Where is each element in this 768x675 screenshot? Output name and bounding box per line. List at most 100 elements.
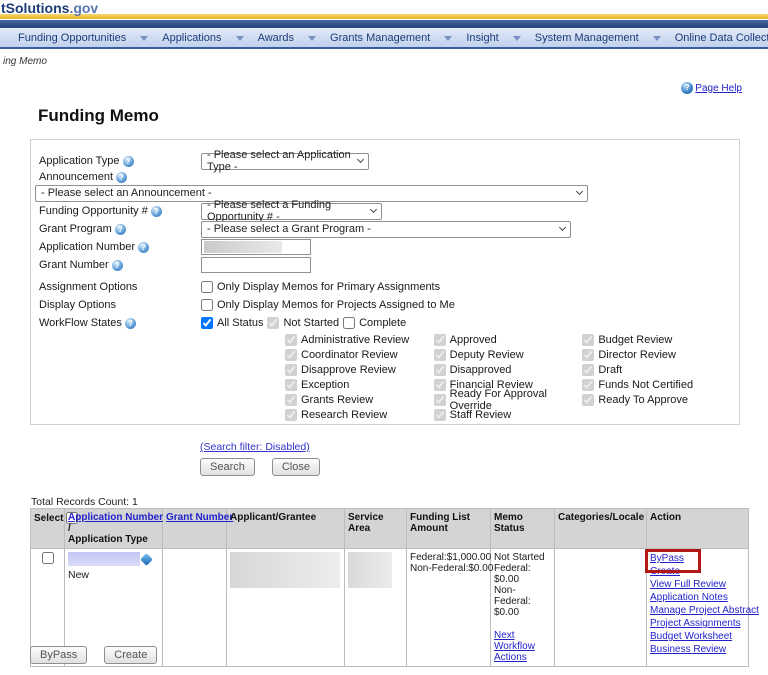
nav-grants-management[interactable]: Grants Management xyxy=(330,32,430,44)
results-table: Select Application Number /Application T… xyxy=(30,508,749,667)
app-header: tSolutions.gov Funding Opportunities App… xyxy=(0,0,768,49)
nav-online-data-collection[interactable]: Online Data Collection xyxy=(675,32,768,44)
page-help-link[interactable]: ? Page Help xyxy=(681,82,742,94)
help-icon[interactable]: ? xyxy=(151,206,162,217)
business-review-link[interactable]: Business Review xyxy=(650,643,745,656)
help-icon[interactable]: ? xyxy=(123,156,134,167)
funding-amount-column-header: Funding List Amount xyxy=(410,512,470,534)
workflow-state-checkbox xyxy=(582,379,594,391)
logo: tSolutions.gov xyxy=(0,0,768,14)
results-table-container: Select Application Number /Application T… xyxy=(30,508,749,667)
help-icon[interactable]: ? xyxy=(125,318,136,329)
close-button[interactable]: Close xyxy=(272,458,320,476)
application-notes-link[interactable]: Application Notes xyxy=(650,591,745,604)
workflow-state-checkbox xyxy=(434,334,446,346)
display-options-row: Display Options Only Display Memos for P… xyxy=(39,296,731,314)
categories-column-header: Categories/Locale xyxy=(558,512,644,523)
chevron-down-icon[interactable] xyxy=(236,36,244,41)
workflow-state-checkbox xyxy=(285,394,297,406)
create-link[interactable]: Create xyxy=(650,565,745,578)
categories-locale-cell xyxy=(555,549,647,667)
memo-status-value: Not Started xyxy=(494,552,551,563)
nav-applications[interactable]: Applications xyxy=(162,32,221,44)
application-type-select[interactable]: - Please select an Application Type - xyxy=(201,153,369,170)
projects-assigned-checkbox[interactable] xyxy=(201,299,213,311)
navy-stripe xyxy=(0,20,768,28)
chevron-down-icon[interactable] xyxy=(444,36,452,41)
view-full-review-link[interactable]: View Full Review xyxy=(650,578,745,591)
nav-awards[interactable]: Awards xyxy=(258,32,294,44)
create-button[interactable]: Create xyxy=(104,646,157,664)
display-options-label: Display Options xyxy=(39,299,116,311)
page-help-label[interactable]: Page Help xyxy=(695,83,742,94)
row-select-checkbox[interactable] xyxy=(42,552,54,564)
header-separator: / xyxy=(68,523,71,534)
funding-memo-search-form: Application Type? - Please select an App… xyxy=(30,139,740,425)
grant-number-cell xyxy=(163,549,227,667)
chevron-down-icon[interactable] xyxy=(308,36,316,41)
grant-number-input[interactable] xyxy=(201,257,311,273)
nav-system-management[interactable]: System Management xyxy=(535,32,639,44)
assignment-options-label: Assignment Options xyxy=(39,281,137,293)
announcement-select-row: - Please select an Announcement - xyxy=(39,184,731,202)
logo-text: tSolutions xyxy=(1,0,69,16)
workflow-state-checkbox xyxy=(582,349,594,361)
next-workflow-actions-link[interactable]: Next Workflow Actions xyxy=(494,630,551,663)
redacted-service-area xyxy=(348,552,392,588)
bypass-button[interactable]: ByPass xyxy=(30,646,87,664)
search-filter-link[interactable]: (Search filter: Disabled) xyxy=(200,441,310,453)
grant-program-label: Grant Program xyxy=(39,223,112,235)
workflow-state-checkbox xyxy=(582,334,594,346)
action-column-header: Action xyxy=(650,512,681,523)
funding-opportunity-row: Funding Opportunity #? - Please select a… xyxy=(39,202,731,220)
bypass-link[interactable]: ByPass xyxy=(650,552,745,565)
select-arrow-icon xyxy=(370,206,377,213)
grant-program-row: Grant Program? - Please select a Grant P… xyxy=(39,220,731,238)
help-icon[interactable]: ? xyxy=(116,172,127,183)
grant-program-select[interactable]: - Please select a Grant Program - xyxy=(201,221,571,238)
primary-assignments-checkbox[interactable] xyxy=(201,281,213,293)
funding-amount-cell: Federal:$1,000.00 Non-Federal:$0.00 xyxy=(407,549,491,667)
chevron-down-icon[interactable] xyxy=(513,36,521,41)
workflow-state-checkbox xyxy=(285,349,297,361)
primary-assignments-label: Only Display Memos for Primary Assignmen… xyxy=(217,281,440,293)
workflow-state-checkbox xyxy=(434,349,446,361)
breadcrumb: ing Memo xyxy=(3,56,47,67)
help-icon[interactable]: ? xyxy=(138,242,149,253)
complete-checkbox[interactable] xyxy=(343,317,355,329)
info-diamond-icon[interactable] xyxy=(140,553,153,566)
announcement-label: Announcement xyxy=(39,171,113,183)
application-number-label: Application Number xyxy=(39,241,135,253)
nav-funding-opportunities[interactable]: Funding Opportunities xyxy=(18,32,126,44)
application-number-sort-link[interactable]: Application Number xyxy=(68,512,163,523)
application-type-column-header: Application Type xyxy=(68,534,148,545)
nav-insight[interactable]: Insight xyxy=(466,32,498,44)
search-button[interactable]: Search xyxy=(200,458,255,476)
page-help-icon: ? xyxy=(681,82,693,94)
workflow-state-checkbox xyxy=(285,364,297,376)
help-icon[interactable]: ? xyxy=(115,224,126,235)
chevron-down-icon[interactable] xyxy=(653,36,661,41)
chevron-down-icon[interactable] xyxy=(140,36,148,41)
workflow-state-checkbox xyxy=(434,394,446,406)
workflow-state-checkbox xyxy=(434,409,446,421)
application-number-input[interactable] xyxy=(201,239,311,255)
main-navbar: Funding Opportunities Applications Award… xyxy=(0,28,768,49)
workflow-state-checkbox xyxy=(582,394,594,406)
workflow-states-label: WorkFlow States xyxy=(39,317,122,329)
application-type-value: New xyxy=(68,569,159,581)
manage-project-abstract-link[interactable]: Manage Project Abstract xyxy=(650,604,745,617)
workflow-grid-row: Administrative Review Approved Budget Re… xyxy=(285,332,731,347)
application-type-label: Application Type xyxy=(39,155,120,167)
grant-number-row: Grant Number? xyxy=(39,256,731,274)
all-status-checkbox[interactable] xyxy=(201,317,213,329)
grant-number-sort-link[interactable]: Grant Number xyxy=(166,512,233,523)
applicant-column-header: Applicant/Grantee xyxy=(230,512,316,523)
project-assignments-link[interactable]: Project Assignments xyxy=(650,617,745,630)
select-arrow-icon xyxy=(357,156,364,163)
funding-opportunity-select[interactable]: - Please select a Funding Opportunity # … xyxy=(201,203,382,220)
help-icon[interactable]: ? xyxy=(112,260,123,271)
memo-status-cell: Not Started Federal: $0.00 Non-Federal: … xyxy=(491,549,555,667)
grant-number-label: Grant Number xyxy=(39,259,109,271)
budget-worksheet-link[interactable]: Budget Worksheet xyxy=(650,630,745,643)
